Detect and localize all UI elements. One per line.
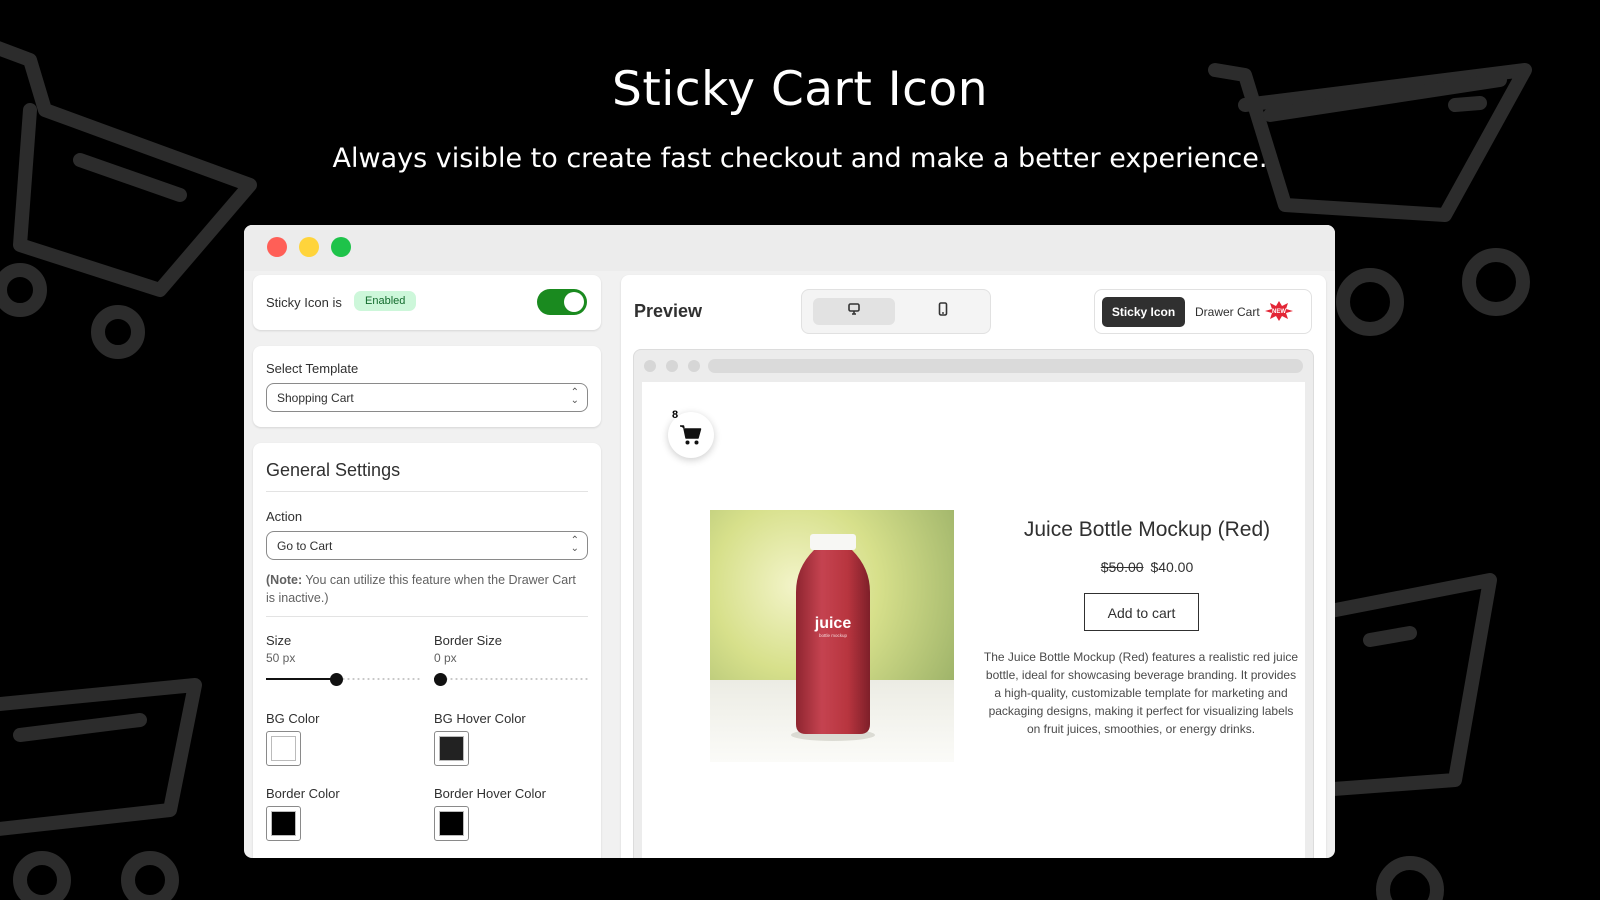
new-burst-icon: NEW: [1265, 301, 1293, 321]
window-close-button[interactable]: [267, 237, 287, 257]
bg-hover-color-label: BG Hover Color: [434, 711, 526, 726]
bg-hover-color-fill: [439, 736, 464, 761]
slider-thumb[interactable]: [330, 673, 343, 686]
divider: [266, 616, 588, 617]
size-label: Size: [266, 633, 292, 648]
action-select[interactable]: Go to Cart ⌃ ⌄: [266, 531, 588, 560]
border-hover-color-fill: [439, 811, 464, 836]
new-badge-text: NEW: [1272, 309, 1286, 315]
product-image: juice bottle mockup: [710, 510, 954, 762]
border-color-swatch[interactable]: [266, 806, 301, 841]
select-chevron-icon: ⌃ ⌄: [570, 387, 579, 406]
window-titlebar: [244, 225, 1335, 271]
cart-count-badge: 8: [672, 409, 679, 421]
size-value: 50 px: [266, 651, 296, 665]
note-text: You can utilize this feature when the Dr…: [266, 573, 576, 605]
sticky-icon-tab[interactable]: Sticky Icon: [1102, 297, 1185, 327]
drawer-cart-label: Drawer Cart: [1195, 305, 1260, 319]
slider-thumb[interactable]: [434, 673, 447, 686]
hero-title: Sticky Cart Icon: [611, 62, 988, 117]
preview-page: 8 juice bottle mockup Juice Bottle Mocku…: [642, 382, 1305, 858]
select-chevron-icon: ⌃ ⌄: [570, 535, 579, 554]
bg-color-fill: [271, 736, 296, 761]
cart-icon: [680, 425, 702, 445]
action-label: Action: [266, 509, 303, 524]
enable-toggle[interactable]: [537, 289, 587, 315]
old-price: $50.00: [1100, 559, 1144, 575]
browser-url-bar: [708, 359, 1303, 373]
status-badge: Enabled: [354, 291, 417, 311]
bg-color-label: BG Color: [266, 711, 320, 726]
bg-color-swatch[interactable]: [266, 731, 301, 766]
border-hover-color-swatch[interactable]: [434, 806, 469, 841]
general-settings-title: General Settings: [266, 460, 401, 480]
mobile-view-button[interactable]: [902, 298, 984, 325]
preview-browser-frame: 8 juice bottle mockup Juice Bottle Mocku…: [633, 349, 1314, 858]
drawer-cart-tab[interactable]: Drawer Cart NEW: [1191, 297, 1307, 327]
size-slider[interactable]: [266, 673, 421, 686]
bottle-label-text: juice: [814, 615, 852, 632]
status-label: Sticky Icon is: [266, 295, 342, 310]
mode-toggle: Sticky Icon Drawer Cart NEW: [1094, 289, 1312, 334]
hero-subtitle: Always visible to create fast checkout a…: [332, 143, 1268, 174]
preview-title: Preview: [634, 301, 703, 321]
general-settings-card: General Settings Action Go to Cart ⌃ ⌄ (N…: [253, 443, 601, 858]
bg-hover-color-swatch[interactable]: [434, 731, 469, 766]
border-hover-color-label: Border Hover Color: [434, 786, 546, 801]
toggle-knob: [564, 292, 584, 312]
border-color-label: Border Color: [266, 786, 340, 801]
action-select-value: Go to Cart: [277, 539, 333, 553]
template-card: Select Template Shopping Cart ⌃ ⌄: [253, 346, 601, 427]
product-price: $50.00 $40.00: [982, 559, 1312, 575]
browser-dot: [666, 360, 678, 372]
template-select[interactable]: Shopping Cart ⌃ ⌄: [266, 383, 588, 412]
browser-dot: [644, 360, 656, 372]
window-minimize-button[interactable]: [299, 237, 319, 257]
border-size-label: Border Size: [434, 633, 502, 648]
action-note: (Note: You can utilize this feature when…: [266, 571, 586, 607]
status-card: Sticky Icon is Enabled: [253, 275, 601, 330]
device-toggle: [801, 289, 991, 334]
divider: [266, 491, 588, 492]
app-window: Sticky Icon is Enabled Select Template S…: [244, 225, 1335, 858]
current-price: $40.00: [1150, 559, 1194, 575]
border-size-slider[interactable]: [434, 673, 589, 686]
window-maximize-button[interactable]: [331, 237, 351, 257]
note-prefix: (Note:: [266, 573, 303, 587]
border-color-fill: [271, 811, 296, 836]
product-description: The Juice Bottle Mockup (Red) features a…: [983, 650, 1299, 736]
border-size-value: 0 px: [434, 651, 457, 665]
template-select-value: Shopping Cart: [277, 391, 354, 405]
bottle-sublabel-text: bottle mockup: [819, 633, 848, 638]
slider-fill: [266, 678, 336, 680]
preview-card: Preview Sticky Icon Drawer Cart NEW 8 ju…: [621, 275, 1326, 858]
mobile-icon: [938, 302, 948, 316]
browser-dot: [688, 360, 700, 372]
desktop-icon: [848, 303, 860, 315]
product-title: Juice Bottle Mockup (Red): [1023, 518, 1271, 541]
slider-track: [434, 678, 589, 680]
template-label: Select Template: [266, 361, 359, 376]
add-to-cart-button[interactable]: Add to cart: [1084, 593, 1199, 631]
desktop-view-button[interactable]: [813, 298, 895, 325]
